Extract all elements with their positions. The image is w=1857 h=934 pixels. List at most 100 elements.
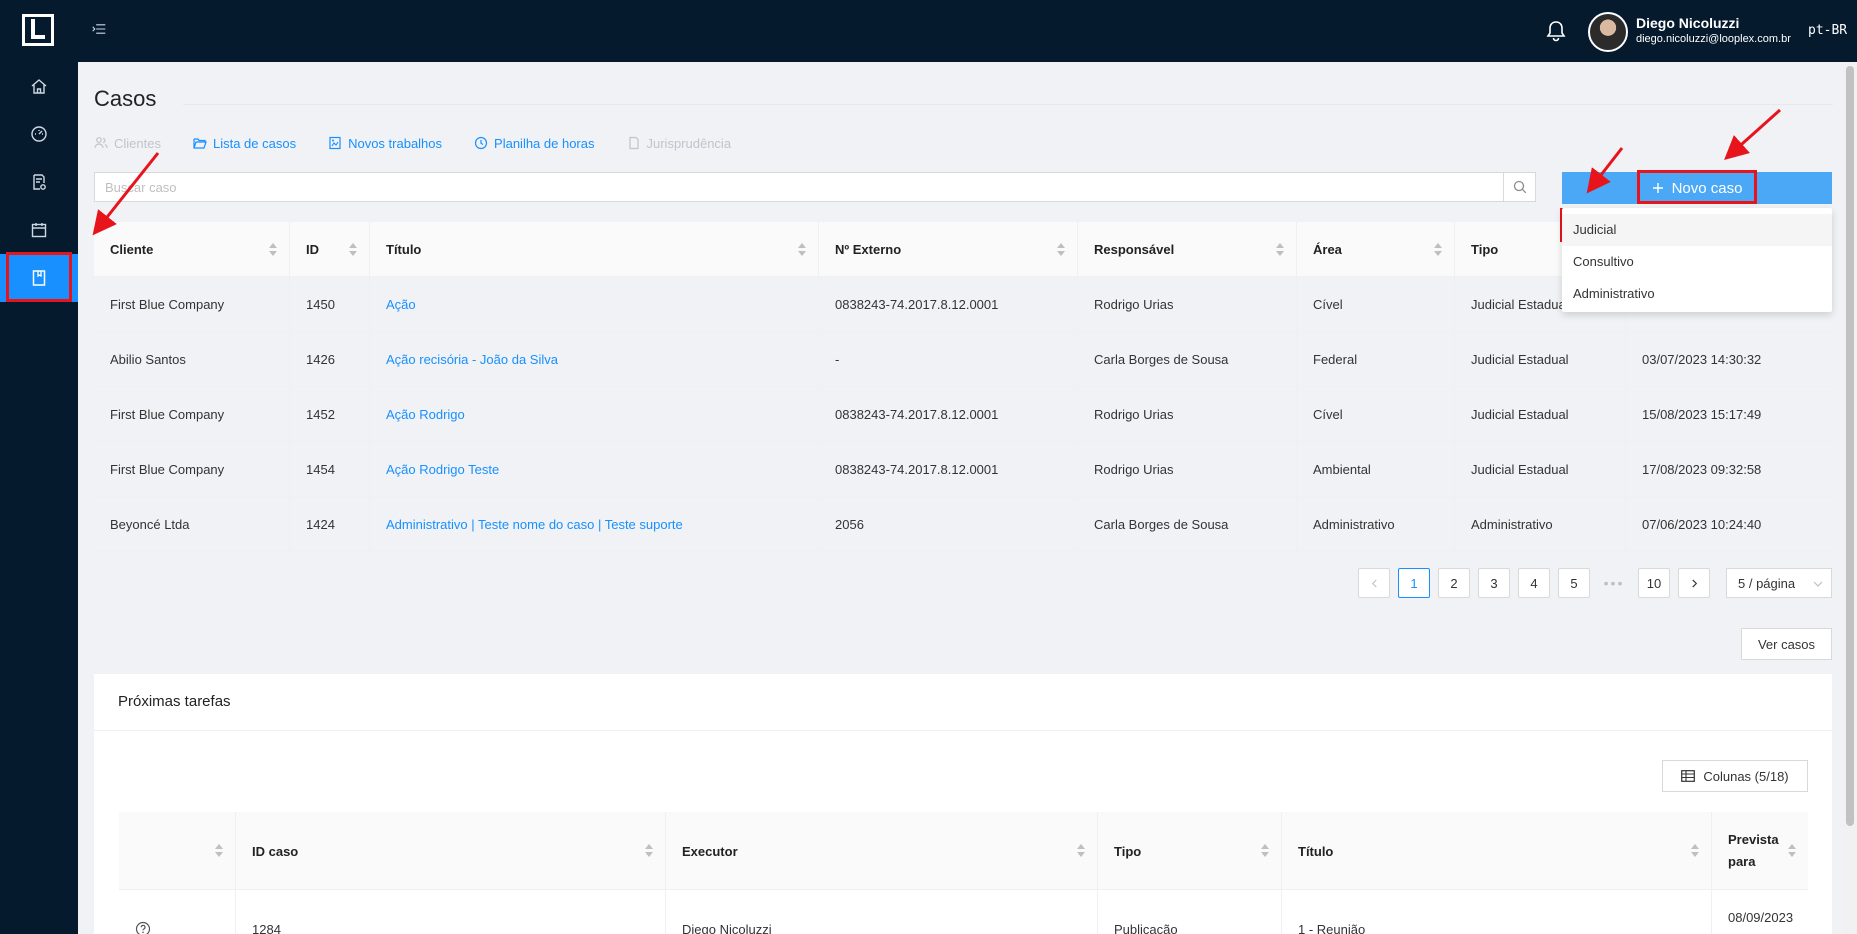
sort-icon[interactable] — [1434, 243, 1442, 257]
sort-icon[interactable] — [1788, 844, 1796, 858]
sidebar-item-reports[interactable] — [0, 158, 78, 206]
bell-icon[interactable] — [1545, 19, 1567, 43]
sort-icon[interactable] — [1261, 844, 1269, 858]
dropdown-option-judicial[interactable]: Judicial — [1562, 214, 1832, 246]
column-label: ID caso — [252, 843, 299, 859]
ver-casos-button[interactable]: Ver casos — [1741, 628, 1832, 660]
tasks-column-header-prevista-para[interactable]: Prevista para — [1712, 812, 1808, 890]
case-numero-externo: 0838243-74.2017.8.12.0001 — [819, 277, 1078, 332]
search-button[interactable] — [1503, 173, 1535, 201]
table-icon — [1681, 770, 1696, 782]
pagination-page-5[interactable]: 5 — [1558, 568, 1590, 598]
subnav-item-clientes[interactable]: Clientes — [94, 132, 161, 154]
pagination-page-1[interactable]: 1 — [1398, 568, 1430, 598]
sort-icon[interactable] — [1276, 243, 1284, 257]
case-titulo-link[interactable]: Administrativo | Teste nome do caso | Te… — [370, 497, 819, 552]
dropdown-option-consultivo[interactable]: Consultivo — [1562, 246, 1832, 278]
user-name[interactable]: Diego Nicoluzzi — [1636, 15, 1739, 31]
column-header-responsavel[interactable]: Responsável — [1078, 222, 1297, 277]
image-icon — [329, 136, 341, 150]
question-circle-icon[interactable] — [135, 921, 151, 934]
subnav-item-planilha-de-horas[interactable]: Planilha de horas — [474, 132, 595, 154]
tasks-column-header-status[interactable] — [119, 812, 236, 890]
calendar-icon — [31, 223, 47, 238]
table-row[interactable]: First Blue Company 1454 Ação Rodrigo Teste… — [94, 442, 1832, 497]
pagination-page-last[interactable]: 10 — [1638, 568, 1670, 598]
column-header-titulo[interactable]: Título — [370, 222, 819, 277]
looplex-logo-icon[interactable] — [22, 14, 54, 46]
tasks-column-header-id-caso[interactable]: ID caso — [236, 812, 666, 890]
column-label: Prevista para — [1728, 832, 1779, 869]
table-row[interactable]: Abilio Santos 1426 Ação recisória - João d… — [94, 332, 1832, 387]
tasks-row[interactable]: 1284 Diego Nicoluzzi Publicação 1 - Reun… — [119, 890, 1808, 934]
column-label: Cliente — [110, 242, 154, 257]
column-header-numero-externo[interactable]: Nº Externo — [819, 222, 1078, 277]
page-scrollbar[interactable] — [1843, 62, 1857, 934]
tasks-column-header-tipo[interactable]: Tipo — [1098, 812, 1282, 890]
search-input[interactable] — [95, 173, 1503, 201]
subnav-item-lista-de-casos[interactable]: Lista de casos — [193, 132, 296, 154]
page-size-select[interactable]: 5 / página — [1726, 568, 1832, 598]
folder-open-icon — [193, 138, 207, 149]
column-header-area[interactable]: Área — [1297, 222, 1455, 277]
avatar[interactable] — [1588, 12, 1628, 52]
column-header-id[interactable]: ID — [290, 222, 370, 277]
pagination-page-2[interactable]: 2 — [1438, 568, 1470, 598]
sidebar-item-cases[interactable] — [0, 254, 78, 302]
subnav-label: Lista de casos — [212, 135, 297, 151]
chevron-left-icon — [1371, 578, 1377, 588]
new-case-button[interactable]: Novo caso — [1562, 172, 1832, 204]
case-titulo-link[interactable]: Ação recisória - João da Silva — [370, 332, 819, 387]
chevron-down-icon — [1813, 581, 1823, 587]
sort-icon[interactable] — [645, 844, 653, 858]
subnav-label: Clientes — [114, 135, 161, 151]
subnav-item-jurisprudencia[interactable]: Jurisprudência — [627, 132, 732, 154]
pagination-ellipsis[interactable]: ••• — [1598, 568, 1630, 598]
case-date: 07/06/2023 10:24:40 — [1642, 517, 1762, 532]
pagination-next-button[interactable] — [1678, 568, 1710, 598]
task-status-cell[interactable] — [119, 890, 236, 934]
case-cliente: First Blue Company — [94, 442, 290, 497]
language-selector[interactable]: pt-BR — [1808, 23, 1847, 38]
column-label: Título — [1298, 843, 1334, 859]
pagination-page-3[interactable]: 3 — [1478, 568, 1510, 598]
subnav-label: Jurisprudência — [646, 135, 732, 151]
sidebar-item-calendar[interactable] — [0, 206, 78, 254]
menu-toggle-icon[interactable] — [92, 22, 112, 38]
scrollbar-thumb[interactable] — [1846, 66, 1854, 826]
case-id: 1426 — [290, 332, 370, 387]
clock-icon — [474, 136, 488, 150]
columns-button[interactable]: Colunas (5/18) — [1662, 760, 1808, 792]
search-box — [94, 172, 1536, 202]
sort-icon[interactable] — [798, 243, 806, 257]
task-tipo: Publicação — [1098, 890, 1282, 934]
dropdown-option-administrativo[interactable]: Administrativo — [1562, 278, 1832, 310]
case-titulo-link[interactable]: Ação Rodrigo Teste — [370, 442, 819, 497]
pagination-page-4[interactable]: 4 — [1518, 568, 1550, 598]
column-label: Tipo — [1114, 843, 1142, 859]
sort-icon[interactable] — [215, 844, 223, 858]
sidebar-item-home[interactable] — [0, 62, 78, 110]
table-row[interactable]: First Blue Company 1452 Ação Rodrigo 083824… — [94, 387, 1832, 442]
case-titulo-link[interactable]: Ação — [370, 277, 819, 332]
tasks-column-header-titulo[interactable]: Título — [1282, 812, 1712, 890]
sort-icon[interactable] — [1077, 844, 1085, 858]
tasks-column-header-executor[interactable]: Executor — [666, 812, 1098, 890]
case-titulo-link[interactable]: Ação Rodrigo — [370, 387, 819, 442]
user-email: diego.nicoluzzi@looplex.com.br — [1636, 33, 1791, 45]
column-label: Responsável — [1094, 242, 1175, 257]
pagination-prev-button[interactable] — [1358, 568, 1390, 598]
sort-icon[interactable] — [269, 243, 277, 257]
column-header-cliente[interactable]: Cliente — [94, 222, 290, 277]
case-id: 1452 — [290, 387, 370, 442]
new-case-dropdown: Judicial Consultivo Administrativo — [1562, 208, 1832, 312]
tasks-card: Próximas tarefas Colunas (5/18) ID caso … — [94, 674, 1832, 934]
subnav-item-novos-trabalhos[interactable]: Novos trabalhos — [328, 132, 442, 154]
sort-icon[interactable] — [349, 243, 357, 257]
case-tipo: Judicial Estadual — [1455, 442, 1626, 497]
sidebar-item-dashboard[interactable] — [0, 110, 78, 158]
sort-icon[interactable] — [1691, 844, 1699, 858]
case-numero-externo: - — [819, 332, 1078, 387]
table-row[interactable]: Beyoncé Ltda 1424 Administrativo | Teste n… — [94, 497, 1832, 552]
sort-icon[interactable] — [1057, 243, 1065, 257]
